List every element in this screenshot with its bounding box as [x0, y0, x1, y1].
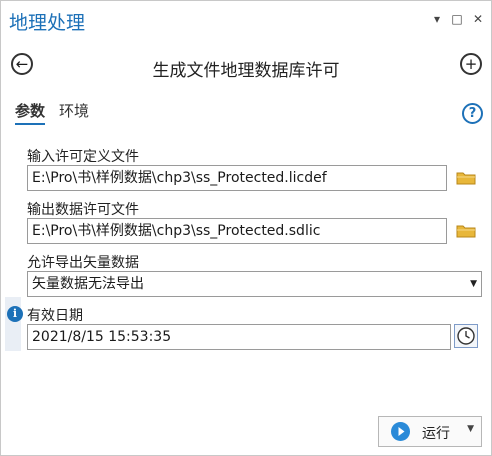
close-icon[interactable]: ✕	[470, 11, 486, 27]
tab-parameters[interactable]: 参数	[15, 100, 46, 125]
chevron-down-icon[interactable]: ▼	[467, 424, 474, 434]
run-button[interactable]: 运行 ▼	[378, 416, 482, 447]
expiry-label: 有效日期	[27, 308, 83, 324]
input-def-label: 输入许可定义文件	[27, 149, 139, 165]
add-button[interactable]: +	[460, 53, 482, 75]
expiry-date-field[interactable]: 2021/8/15 15:53:35	[27, 324, 451, 350]
plus-icon: +	[464, 54, 478, 73]
info-icon[interactable]: i	[7, 306, 23, 322]
restore-icon[interactable]: □	[449, 11, 465, 27]
clock-icon	[457, 327, 475, 345]
geoprocessing-pane: 地理处理 ▾ □ ✕ ← 生成文件地理数据库许可 + 参数 环境 ? 输入许可定…	[0, 0, 492, 456]
run-label: 运行	[422, 426, 450, 442]
chevron-down-icon: ▼	[470, 279, 477, 289]
output-lic-label: 输出数据许可文件	[27, 202, 139, 218]
input-def-field[interactable]: E:\Pro\书\样例数据\chp3\ss_Protected.licdef	[27, 165, 447, 191]
tab-environments[interactable]: 环境	[59, 100, 89, 121]
pane-menu-icon[interactable]: ▾	[429, 11, 445, 27]
vector-export-value: 矢量数据无法导出	[32, 276, 144, 292]
pane-titlebar: 地理处理 ▾ □ ✕	[1, 1, 491, 41]
tool-title: 生成文件地理数据库许可	[152, 61, 340, 81]
output-lic-field[interactable]: E:\Pro\书\样例数据\chp3\ss_Protected.sdlic	[27, 218, 447, 244]
pane-title: 地理处理	[9, 12, 86, 34]
vector-export-select[interactable]: 矢量数据无法导出 ▼	[27, 271, 482, 297]
tool-header: ← 生成文件地理数据库许可 +	[1, 49, 491, 85]
run-icon	[391, 422, 410, 441]
help-icon[interactable]: ?	[462, 103, 483, 124]
folder-icon[interactable]	[456, 170, 476, 185]
folder-icon[interactable]	[456, 223, 476, 238]
vector-export-label: 允许导出矢量数据	[27, 255, 139, 271]
calendar-clock-button[interactable]	[454, 324, 478, 348]
